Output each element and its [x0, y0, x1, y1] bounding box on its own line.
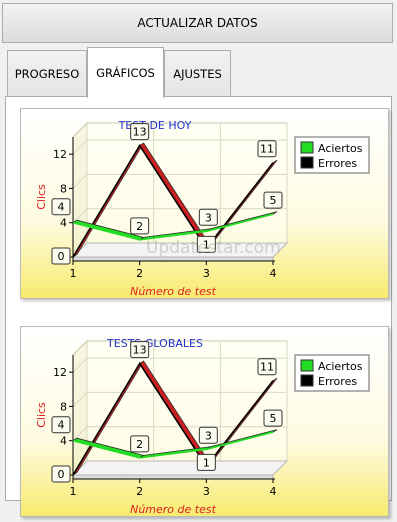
data-label-aciertos: 2 — [136, 438, 143, 451]
chart-title: TESTS GLOBALES — [106, 337, 203, 350]
x-tick-label: 1 — [70, 267, 77, 280]
tab-graficos[interactable]: GRÁFICOS — [87, 47, 164, 98]
legend-label-aciertos: Aciertos — [318, 142, 363, 155]
y-tick-label: 4 — [60, 217, 67, 230]
legend-swatch-aciertos — [300, 359, 314, 372]
data-label-errores: 0 — [58, 468, 65, 481]
x-tick-label: 2 — [136, 485, 143, 498]
x-axis-title: Número de test — [130, 285, 216, 298]
chart-test-de-hoy: 048121234ClicsNúmero de testTEST DE HOY4… — [20, 108, 389, 299]
floor-edge — [72, 256, 274, 262]
chart-floor — [71, 242, 289, 258]
legend-swatch-errores — [300, 156, 314, 169]
data-label-errores: 13 — [133, 344, 147, 357]
legend-swatch-errores — [300, 374, 314, 387]
y-tick-label: 12 — [53, 148, 67, 161]
data-label-aciertos: 3 — [205, 211, 212, 224]
data-label-aciertos: 4 — [58, 201, 65, 214]
y-axis-title: Clics — [35, 184, 48, 210]
floor-edge — [72, 474, 274, 480]
legend-label-aciertos: Aciertos — [318, 360, 363, 373]
data-label-errores: 1 — [203, 456, 210, 469]
data-label-aciertos: 3 — [205, 429, 212, 442]
y-tick-label: 8 — [60, 400, 67, 413]
chart-title: TEST DE HOY — [118, 119, 192, 132]
x-tick-label: 4 — [270, 485, 277, 498]
data-label-aciertos: 4 — [58, 419, 65, 432]
chart-tests-globales: 048121234ClicsNúmero de testTESTS GLOBAL… — [20, 326, 389, 517]
legend-swatch-aciertos — [300, 141, 314, 154]
x-tick-label: 2 — [136, 267, 143, 280]
legend-label-errores: Errores — [318, 375, 357, 388]
data-label-aciertos: 2 — [136, 220, 143, 233]
chart-svg: 048121234ClicsNúmero de testTESTS GLOBAL… — [35, 337, 370, 516]
x-tick-label: 4 — [270, 267, 277, 280]
data-label-errores: 13 — [133, 126, 147, 139]
x-tick-label: 3 — [203, 267, 210, 280]
x-axis-title: Número de test — [130, 503, 216, 516]
data-label-errores: 0 — [58, 250, 65, 263]
data-label-errores: 1 — [203, 238, 210, 251]
x-tick-label: 3 — [203, 485, 210, 498]
chart-floor — [71, 460, 289, 476]
data-label-errores: 11 — [260, 143, 274, 156]
data-label-aciertos: 5 — [270, 412, 277, 425]
x-tick-label: 1 — [70, 485, 77, 498]
data-label-errores: 11 — [260, 361, 274, 374]
update-data-button[interactable]: ACTUALIZAR DATOS — [2, 3, 393, 43]
y-tick-label: 4 — [60, 435, 67, 448]
tab-content-graficos: 048121234ClicsNúmero de testTEST DE HOY4… — [5, 96, 392, 517]
y-tick-label: 8 — [60, 182, 67, 195]
chart-svg: 048121234ClicsNúmero de testTEST DE HOY4… — [35, 119, 370, 298]
y-axis-title: Clics — [35, 402, 48, 428]
legend-label-errores: Errores — [318, 157, 357, 170]
tab-progreso[interactable]: PROGRESO — [7, 50, 87, 96]
y-tick-label: 12 — [53, 366, 67, 379]
tab-ajustes[interactable]: AJUSTES — [164, 50, 231, 96]
data-label-aciertos: 5 — [270, 194, 277, 207]
